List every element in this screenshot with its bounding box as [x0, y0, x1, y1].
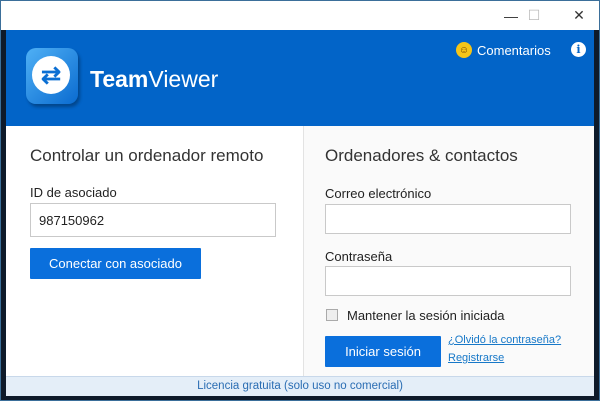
- keep-session-checkbox[interactable]: [326, 309, 338, 321]
- connect-button[interactable]: Conectar con asociado: [30, 248, 201, 279]
- info-icon[interactable]: i: [571, 42, 586, 57]
- contacts-title: Ordenadores & contactos: [325, 146, 518, 165]
- password-label: Contraseña: [325, 249, 393, 264]
- header: ⇄ TeamViewer ☺ Comentarios i: [6, 30, 594, 126]
- license-footer: Licencia gratuita (solo uso no comercial…: [6, 376, 594, 396]
- close-button[interactable]: ✕: [557, 1, 600, 30]
- title-bar: — ☐ ✕: [1, 1, 599, 30]
- email-label: Correo electrónico: [325, 186, 432, 201]
- app-frame: ⇄ TeamViewer ☺ Comentarios i Controlar un…: [1, 30, 599, 400]
- feedback-link[interactable]: ☺ Comentarios: [456, 42, 551, 58]
- keep-session-label: Mantener la sesión iniciada: [347, 308, 505, 323]
- password-input[interactable]: [325, 266, 571, 296]
- remote-control-panel: Controlar un ordenador remoto ID de asoc…: [6, 126, 303, 376]
- brand-name: TeamViewer: [90, 66, 219, 92]
- register-link[interactable]: Registrarse: [448, 352, 504, 364]
- partner-id-label: ID de asociado: [30, 185, 117, 200]
- remote-title: Controlar un ordenador remoto: [30, 146, 264, 165]
- contacts-panel: Ordenadores & contactos Correo electróni…: [303, 126, 594, 376]
- teamviewer-window: — ☐ ✕ ⇄ TeamViewer ☺ Comentarios i Contro…: [0, 0, 600, 401]
- teamviewer-logo-icon: ⇄: [26, 48, 78, 104]
- maximize-button[interactable]: ☐: [512, 1, 556, 30]
- partner-id-input[interactable]: 987150962: [30, 203, 276, 237]
- smiley-icon: ☺: [456, 42, 472, 58]
- forgot-password-link[interactable]: ¿Olvidó la contraseña?: [448, 334, 561, 346]
- email-input[interactable]: [325, 204, 571, 234]
- login-button[interactable]: Iniciar sesión: [325, 336, 441, 367]
- feedback-label: Comentarios: [477, 42, 551, 58]
